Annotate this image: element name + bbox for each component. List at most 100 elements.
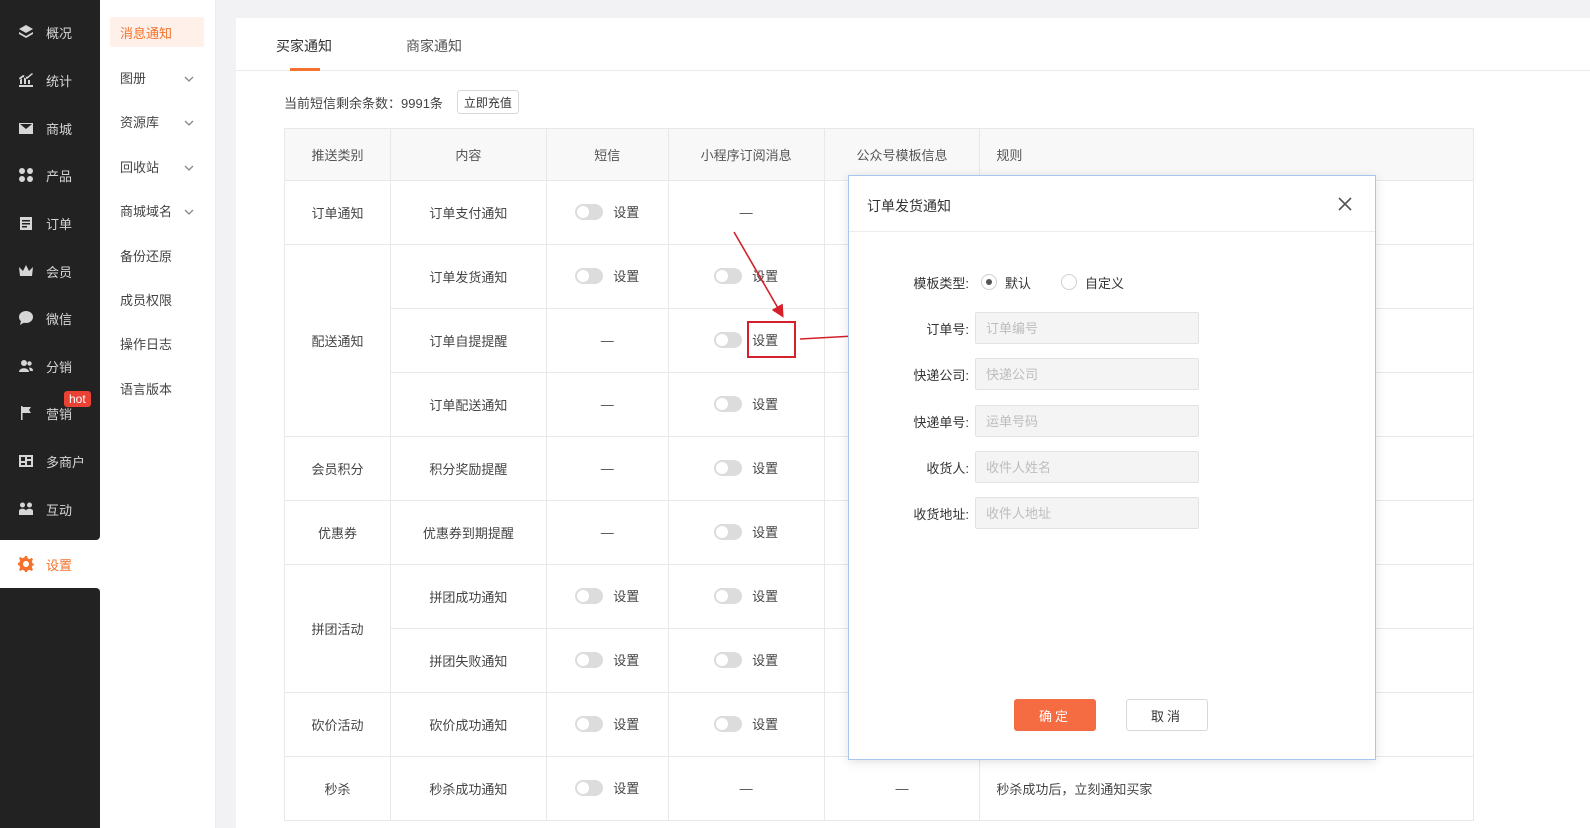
miniapp-toggle[interactable] — [714, 651, 743, 668]
subnav-item-label: 消息通知 — [120, 25, 173, 41]
content-cell: 订单自提提醒 — [389, 308, 547, 373]
content-cell: 拼团成功通知 — [389, 564, 547, 629]
subnav-item-backup[interactable]: 备份还原 — [110, 240, 204, 270]
content-cell: 砍价成功通知 — [389, 692, 547, 757]
dash: — — [600, 461, 614, 476]
chevron-down-icon — [184, 72, 194, 82]
nav-item-interaction[interactable]: 互动 — [0, 485, 100, 533]
content-cell: 积分奖励提醒 — [389, 436, 547, 501]
category-cell: 订单通知 — [284, 180, 391, 245]
sms-remaining-text: 当前短信剩余条数：9991条 — [284, 95, 443, 111]
tracking-number-input[interactable] — [975, 405, 1199, 437]
sms-toggle[interactable] — [575, 587, 604, 604]
sms-cell: 设置 — [545, 756, 669, 821]
nav-item-stats[interactable]: 统计 — [0, 56, 100, 104]
nav-item-label: 会员 — [46, 264, 73, 280]
miniapp-toggle[interactable] — [714, 459, 743, 476]
sms-setting-link[interactable]: 设置 — [613, 266, 639, 285]
receiver-address-input[interactable] — [975, 497, 1199, 529]
nav-item-multi-merchant[interactable]: 多商户 — [0, 437, 100, 485]
sms-setting-link[interactable]: 设置 — [613, 714, 639, 733]
nav-item-wechat[interactable]: 微信 — [0, 294, 100, 342]
cancel-button[interactable]: 取消 — [1126, 699, 1208, 731]
sms-cell: 设置 — [545, 564, 669, 629]
miniapp-toggle[interactable] — [714, 267, 743, 284]
nav-item-overview[interactable]: 概况 — [0, 8, 100, 56]
miniapp-setting-link[interactable]: 设置 — [752, 714, 778, 733]
nav-item-label: 分销 — [46, 359, 73, 375]
miniapp-setting-link[interactable]: 设置 — [752, 522, 778, 541]
miniapp-setting-link[interactable]: 设置 — [752, 650, 778, 669]
confirm-button[interactable]: 确定 — [1014, 699, 1096, 731]
subnav-item-logs[interactable]: 操作日志 — [110, 328, 204, 358]
subnav-item-language[interactable]: 语言版本 — [110, 373, 204, 403]
sms-toggle[interactable] — [575, 779, 604, 796]
nav-item-product[interactable]: 产品 — [0, 151, 100, 199]
order-number-input[interactable] — [975, 312, 1199, 344]
content-cell: 拼团失败通知 — [389, 628, 547, 693]
hot-badge: hot — [64, 391, 91, 407]
radio-default[interactable]: 默认 — [981, 273, 1031, 292]
receiver-name-input[interactable] — [975, 451, 1199, 483]
miniapp-toggle[interactable] — [714, 587, 743, 604]
dash: — — [739, 781, 753, 796]
sms-cell: — — [545, 308, 669, 373]
sms-setting-link[interactable]: 设置 — [613, 778, 639, 797]
tab-buyer-notify[interactable]: 买家通知 — [276, 36, 332, 56]
miniapp-toggle[interactable] — [714, 523, 743, 540]
tab-merchant-notify[interactable]: 商家通知 — [406, 36, 462, 56]
recharge-button[interactable]: 立即充值 — [456, 90, 519, 114]
dash: — — [739, 205, 753, 220]
sms-toggle[interactable] — [575, 715, 604, 732]
sms-toggle[interactable] — [575, 267, 604, 284]
highlight-box — [747, 321, 796, 358]
close-icon[interactable] — [1337, 196, 1353, 212]
miniapp-setting-link[interactable]: 设置 — [752, 586, 778, 605]
category-cell: 秒杀 — [284, 756, 391, 821]
template-type-row: 模板类型: 默认 自定义 — [849, 266, 1375, 298]
column-header: 内容 — [389, 128, 547, 181]
subnav-item-permissions[interactable]: 成员权限 — [110, 284, 204, 314]
nav-item-member[interactable]: 会员 — [0, 247, 100, 295]
radio-circle — [981, 274, 997, 290]
shipping-notify-dialog: 订单发货通知 模板类型: 默认 自定义 订单号: 快递公司: 快递单号: 收货人… — [848, 175, 1376, 760]
miniapp-cell: 设置 — [667, 692, 825, 757]
subnav-item-domain[interactable]: 商城域名 — [110, 195, 204, 225]
sms-setting-link[interactable]: 设置 — [613, 586, 639, 605]
mail-icon — [18, 120, 34, 136]
notify-tabs: 买家通知 商家通知 — [236, 18, 1590, 71]
miniapp-setting-link[interactable]: 设置 — [752, 458, 778, 477]
dialog-title: 订单发货通知 — [867, 198, 951, 214]
sub-nav: 消息通知 图册 资源库 回收站 商城域名 备份还原 成员权限 操作日志 语言版本 — [100, 0, 216, 828]
miniapp-setting-link[interactable]: 设置 — [752, 394, 778, 413]
sms-toggle[interactable] — [575, 203, 604, 220]
subnav-item-message-notify[interactable]: 消息通知 — [110, 17, 204, 47]
miniapp-setting-link[interactable]: 设置 — [752, 266, 778, 285]
miniapp-toggle[interactable] — [714, 331, 743, 348]
courier-company-input[interactable] — [975, 358, 1199, 390]
miniapp-toggle[interactable] — [714, 395, 743, 412]
sms-cell: — — [545, 372, 669, 437]
subnav-item-label: 图册 — [120, 70, 147, 86]
nav-item-settings[interactable]: 设置 — [0, 540, 100, 588]
address-row: 收货地址: — [849, 497, 1375, 529]
column-header: 推送类别 — [284, 128, 391, 181]
chat-icon — [18, 310, 34, 326]
category-cell: 拼团活动 — [284, 564, 391, 693]
crown-icon — [18, 263, 34, 279]
nav-item-mall[interactable]: 商城 — [0, 104, 100, 152]
sms-cell: 设置 — [545, 692, 669, 757]
radio-label: 默认 — [1005, 275, 1032, 291]
content-cell: 订单配送通知 — [389, 372, 547, 437]
subnav-item-recycle-bin[interactable]: 回收站 — [110, 151, 204, 181]
subnav-item-resources[interactable]: 资源库 — [110, 106, 204, 136]
radio-custom[interactable]: 自定义 — [1061, 273, 1124, 292]
sms-setting-link[interactable]: 设置 — [613, 202, 639, 221]
sms-toggle[interactable] — [575, 651, 604, 668]
nav-item-label: 概况 — [46, 25, 73, 41]
miniapp-toggle[interactable] — [714, 715, 743, 732]
subnav-item-album[interactable]: 图册 — [110, 62, 204, 92]
nav-item-distribution[interactable]: 分销 — [0, 342, 100, 390]
sms-setting-link[interactable]: 设置 — [613, 650, 639, 669]
nav-item-order[interactable]: 订单 — [0, 199, 100, 247]
